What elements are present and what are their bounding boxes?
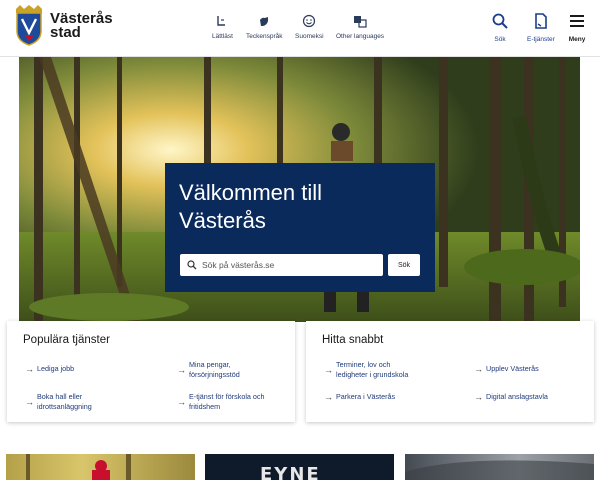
search-toggle-button[interactable]: Sök [491,12,509,43]
hero-banner: Välkommen till Västerås Sök [19,57,580,322]
search-icon [492,13,508,29]
popular-link-label: Boka hall eller idrottsanläggning [37,392,92,411]
arrow-right-icon: → [324,365,333,375]
teaser-card-1[interactable] [6,454,195,480]
welcome-title-line-1: Välkommen till [179,180,323,205]
city-crest-icon [16,5,42,46]
menu-label: Meny [568,36,586,43]
popular-link-label: E-tjänst för förskola och fritidshem [189,392,265,411]
quick-link-label: Parkera i Västerås [336,392,396,401]
tool-other-languages[interactable]: Other languages [336,14,384,40]
quick-link-school-terms[interactable]: → Terminer, lov och ledigheter i grundsk… [324,360,408,380]
quick-find-card: Hitta snabbt → Terminer, lov och ledighe… [306,321,594,422]
eservices-button[interactable]: E-tjänster [527,12,555,43]
arrow-right-icon: → [474,364,483,374]
logo-line-2: stad [50,24,81,41]
welcome-title: Välkommen till Västerås [179,179,421,235]
tool-easy-read-label: Lättläst [212,33,233,40]
arrow-right-icon: → [177,397,186,407]
quick-link-parking[interactable]: → Parkera i Västerås [324,392,395,402]
search-toggle-label: Sök [494,36,506,43]
tool-easy-read[interactable]: Lättläst [212,14,233,40]
teaser-card-2[interactable]: EYNE [205,454,394,480]
hero-search-form: Sök [180,254,420,276]
popular-link-label: Lediga jobb [37,364,75,373]
teaser-image-1 [26,454,131,480]
popular-services-card: Populära tjänster → Lediga jobb → Mina p… [7,321,295,422]
document-icon [535,13,547,29]
tool-finnish[interactable]: Suomeksi [295,14,324,40]
welcome-panel: Välkommen till Västerås Sök [165,163,435,292]
arrow-right-icon: → [25,364,34,374]
site-header: Västerås stad Lättläst Teckenspråk Suome… [0,0,600,57]
quick-link-label: Upplev Västerås [486,364,539,373]
quick-link-label: Terminer, lov och ledigheter i grundskol… [336,360,409,379]
tool-sign-language[interactable]: Teckenspråk [246,14,283,40]
popular-link-book-hall[interactable]: → Boka hall eller idrottsanläggning [25,392,92,412]
hero-search-button[interactable]: Sök [388,254,420,276]
home-logo-link[interactable]: Västerås stad [14,5,113,47]
tool-other-languages-label: Other languages [336,33,385,40]
tool-finnish-label: Suomeksi [295,33,324,40]
translate-icon [354,16,367,28]
search-icon [187,260,197,270]
easy-read-icon [217,16,226,26]
quick-link-label: Digital anslagstavla [486,392,548,401]
arrow-right-icon: → [474,392,483,402]
arrow-right-icon: → [324,392,333,402]
popular-link-label: Mina pengar, försörjningsstöd [189,360,240,379]
arrow-right-icon: → [25,397,34,407]
teaser-2-text: EYNE [260,464,321,480]
arrow-right-icon: → [177,365,186,375]
eservices-label: E-tjänster [527,36,555,43]
popular-link-money[interactable]: → Mina pengar, försörjningsstöd [177,360,240,380]
quick-link-notice-board[interactable]: → Digital anslagstavla [474,392,548,402]
hamburger-icon [570,15,584,27]
menu-button[interactable]: Meny [568,12,586,43]
popular-services-title: Populära tjänster [23,334,110,346]
hero-search-input[interactable] [202,260,372,270]
teaser-card-3[interactable] [405,454,594,480]
hero-search-field[interactable] [180,254,383,276]
popular-link-preschool[interactable]: → E-tjänst för förskola och fritidshem [177,392,265,412]
sign-language-icon [260,17,269,26]
popular-link-jobs[interactable]: → Lediga jobb [25,364,74,374]
quick-find-title: Hitta snabbt [322,334,384,346]
finnish-icon [303,14,316,28]
quick-link-experience[interactable]: → Upplev Västerås [474,364,539,374]
welcome-title-line-2: Västerås [179,208,266,233]
teaser-image-3 [405,460,594,480]
tool-sign-language-label: Teckenspråk [246,33,283,40]
